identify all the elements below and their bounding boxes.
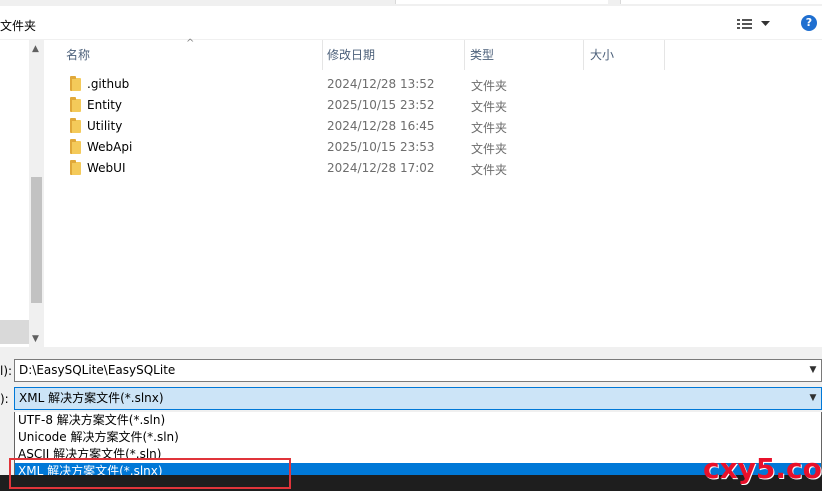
file-list[interactable]: ^ 名称 修改日期 类型 大小 .github 2024/12/28 13:52…	[44, 38, 822, 347]
nav-scrollbar-thumb[interactable]	[31, 177, 42, 303]
filename-value: D:\EasySQLite\EasySQLite	[19, 363, 176, 377]
file-date: 2025/10/15 23:52	[327, 98, 435, 112]
chevron-down-icon[interactable]: ▼	[807, 388, 819, 409]
scroll-down-icon[interactable]: ▼	[32, 334, 39, 344]
change-view-button[interactable]	[737, 15, 777, 33]
file-date: 2025/10/15 23:53	[327, 140, 435, 154]
filetype-option[interactable]: Unicode 解决方案文件(*.sln)	[15, 429, 821, 446]
filetype-value: XML 解决方案文件(*.slnx)	[19, 391, 164, 405]
chevron-down-icon[interactable]: ▼	[807, 360, 819, 381]
file-name: Entity	[87, 98, 123, 112]
save-file-dialog: 文件夹 ? ▲ ▼ ^ 名称 修改日期 类型 大小 .github 2024/1…	[0, 0, 822, 491]
watermark: cxy5.com	[703, 452, 822, 485]
file-name: WebApi	[87, 140, 133, 154]
command-bar: 文件夹 ?	[0, 6, 822, 40]
filetype-label: ):	[0, 392, 9, 406]
file-name: WebUI	[87, 161, 126, 175]
nav-selected-item[interactable]	[0, 320, 29, 344]
filetype-select[interactable]: XML 解决方案文件(*.slnx) ▼	[14, 387, 822, 410]
file-type: 文件夹	[471, 121, 508, 135]
nav-scrollbar[interactable]: ▲ ▼	[29, 40, 44, 347]
annotation-highlight-box	[9, 458, 291, 489]
details-view-icon	[737, 19, 752, 29]
file-name: Utility	[87, 119, 123, 133]
address-bar[interactable]	[395, 0, 608, 4]
folder-icon	[70, 139, 81, 154]
column-header-size[interactable]: 大小	[568, 40, 664, 70]
help-button[interactable]: ?	[801, 15, 817, 31]
filename-label: l):	[0, 364, 13, 378]
column-header-name[interactable]: 名称	[44, 40, 322, 70]
chevron-down-icon	[761, 21, 770, 26]
file-row[interactable]: WebUI 2024/12/28 17:02 文件夹	[44, 158, 744, 179]
new-folder-button[interactable]: 文件夹	[0, 17, 36, 34]
file-date: 2024/12/28 13:52	[327, 77, 435, 91]
filetype-option[interactable]: UTF-8 解决方案文件(*.sln)	[15, 412, 821, 429]
file-date: 2024/12/28 16:45	[327, 119, 435, 133]
folder-icon	[70, 160, 81, 175]
file-type: 文件夹	[471, 79, 508, 93]
file-row[interactable]: Entity 2025/10/15 23:52 文件夹	[44, 95, 744, 116]
file-row[interactable]: .github 2024/12/28 13:52 文件夹	[44, 74, 744, 95]
folder-icon	[70, 97, 81, 112]
folder-icon	[70, 76, 81, 91]
scroll-up-icon[interactable]: ▲	[32, 44, 39, 54]
navigation-pane[interactable]	[0, 40, 29, 347]
folder-icon	[70, 118, 81, 133]
column-divider[interactable]	[664, 40, 665, 70]
file-type: 文件夹	[471, 142, 508, 156]
file-type: 文件夹	[471, 163, 508, 177]
file-row[interactable]: Utility 2024/12/28 16:45 文件夹	[44, 116, 744, 137]
column-header-type[interactable]: 类型	[448, 40, 583, 70]
file-date: 2024/12/28 17:02	[327, 161, 435, 175]
file-type: 文件夹	[471, 100, 508, 114]
file-row[interactable]: WebApi 2025/10/15 23:53 文件夹	[44, 137, 744, 158]
file-name: .github	[87, 77, 130, 91]
filename-input[interactable]: D:\EasySQLite\EasySQLite ▼	[14, 359, 822, 382]
search-box[interactable]	[620, 0, 822, 4]
column-header-date[interactable]: 修改日期	[305, 40, 465, 70]
